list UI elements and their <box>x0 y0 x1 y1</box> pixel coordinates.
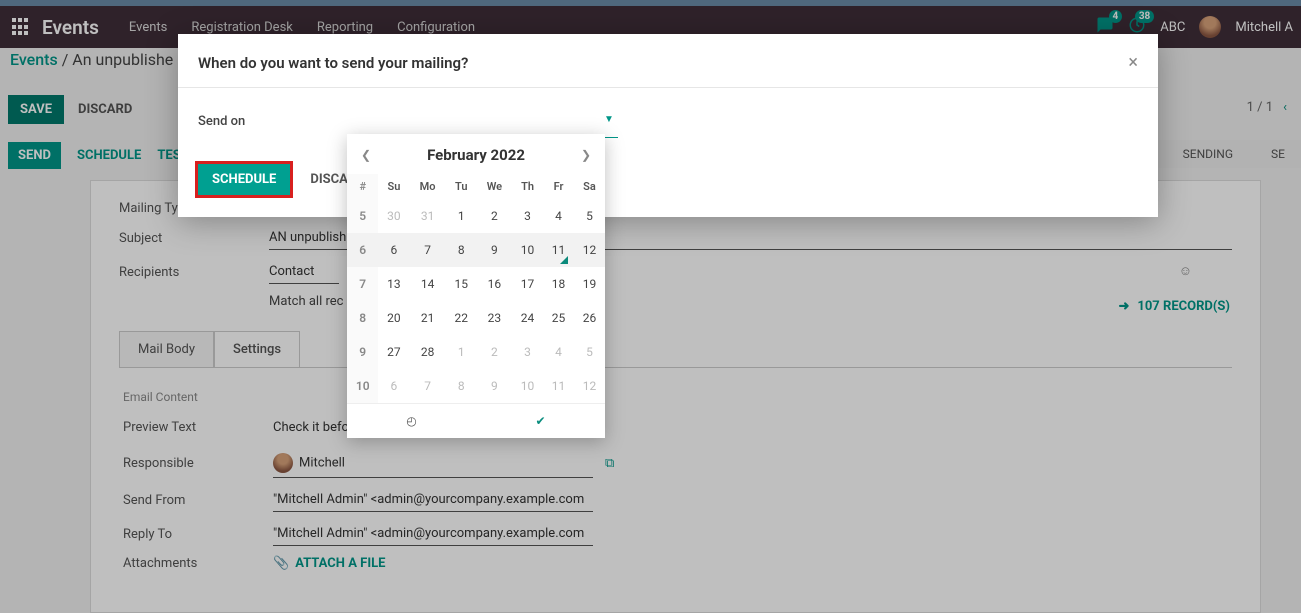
cal-week: 7 <box>347 267 378 301</box>
cal-day[interactable]: 12 <box>574 233 605 267</box>
dropdown-caret-icon[interactable]: ▼ <box>604 114 614 125</box>
cal-day[interactable]: 10 <box>512 233 543 267</box>
cal-next-icon[interactable]: ❯ <box>577 144 595 166</box>
cal-week: 8 <box>347 301 378 335</box>
cal-title[interactable]: February 2022 <box>427 146 525 164</box>
cal-week: 10 <box>347 369 378 403</box>
cal-day[interactable]: 16 <box>477 267 512 301</box>
datepicker: ❮ February 2022 ❯ #SuMoTuWeThFrSa 530311… <box>347 134 605 438</box>
cal-day[interactable]: 12 <box>574 369 605 403</box>
cal-day[interactable]: 31 <box>409 199 445 233</box>
cal-week: 9 <box>347 335 378 369</box>
cal-day[interactable]: 4 <box>543 199 574 233</box>
cal-day[interactable]: 23 <box>477 301 512 335</box>
cal-day[interactable]: 19 <box>574 267 605 301</box>
cal-day[interactable]: 2 <box>477 199 512 233</box>
cal-day[interactable]: 7 <box>409 369 445 403</box>
cal-day[interactable]: 28 <box>409 335 445 369</box>
cal-day[interactable]: 26 <box>574 301 605 335</box>
cal-day[interactable]: 20 <box>378 301 409 335</box>
cal-day[interactable]: 17 <box>512 267 543 301</box>
cal-grid: #SuMoTuWeThFrSa 530311234566789101112713… <box>347 174 605 403</box>
cal-week: 6 <box>347 233 378 267</box>
cal-day[interactable]: 21 <box>409 301 445 335</box>
cal-day[interactable]: 3 <box>512 335 543 369</box>
cal-day[interactable]: 14 <box>409 267 445 301</box>
cal-day[interactable]: 10 <box>512 369 543 403</box>
cal-day[interactable]: 9 <box>477 369 512 403</box>
cal-day[interactable]: 1 <box>446 199 477 233</box>
cal-day[interactable]: 5 <box>574 199 605 233</box>
cal-day[interactable]: 6 <box>378 369 409 403</box>
label-send-on: Send on <box>198 114 348 129</box>
cal-week: 5 <box>347 199 378 233</box>
cal-day[interactable]: 7 <box>409 233 445 267</box>
schedule-modal: When do you want to send your mailing? ×… <box>178 34 1158 217</box>
cal-day[interactable]: 3 <box>512 199 543 233</box>
cal-day[interactable]: 9 <box>477 233 512 267</box>
modal-title: When do you want to send your mailing? <box>198 54 468 72</box>
cal-day[interactable]: 13 <box>378 267 409 301</box>
cal-day[interactable]: 30 <box>378 199 409 233</box>
cal-day[interactable]: 11 <box>543 369 574 403</box>
cal-day[interactable]: 27 <box>378 335 409 369</box>
cal-day[interactable]: 11 <box>543 233 574 267</box>
cal-day[interactable]: 5 <box>574 335 605 369</box>
cal-day[interactable]: 4 <box>543 335 574 369</box>
close-icon[interactable]: × <box>1128 52 1138 73</box>
cal-day[interactable]: 6 <box>378 233 409 267</box>
cal-confirm-icon[interactable]: ✔ <box>476 404 605 438</box>
cal-day[interactable]: 24 <box>512 301 543 335</box>
cal-day[interactable]: 18 <box>543 267 574 301</box>
cal-day[interactable]: 25 <box>543 301 574 335</box>
cal-day[interactable]: 1 <box>446 335 477 369</box>
cal-day[interactable]: 8 <box>446 233 477 267</box>
cal-day[interactable]: 8 <box>446 369 477 403</box>
schedule-button[interactable]: SCHEDULE <box>198 164 290 195</box>
cal-time-icon[interactable]: ◴ <box>347 404 476 438</box>
cal-day[interactable]: 15 <box>446 267 477 301</box>
cal-prev-icon[interactable]: ❮ <box>357 144 375 166</box>
cal-day[interactable]: 2 <box>477 335 512 369</box>
cal-day[interactable]: 22 <box>446 301 477 335</box>
